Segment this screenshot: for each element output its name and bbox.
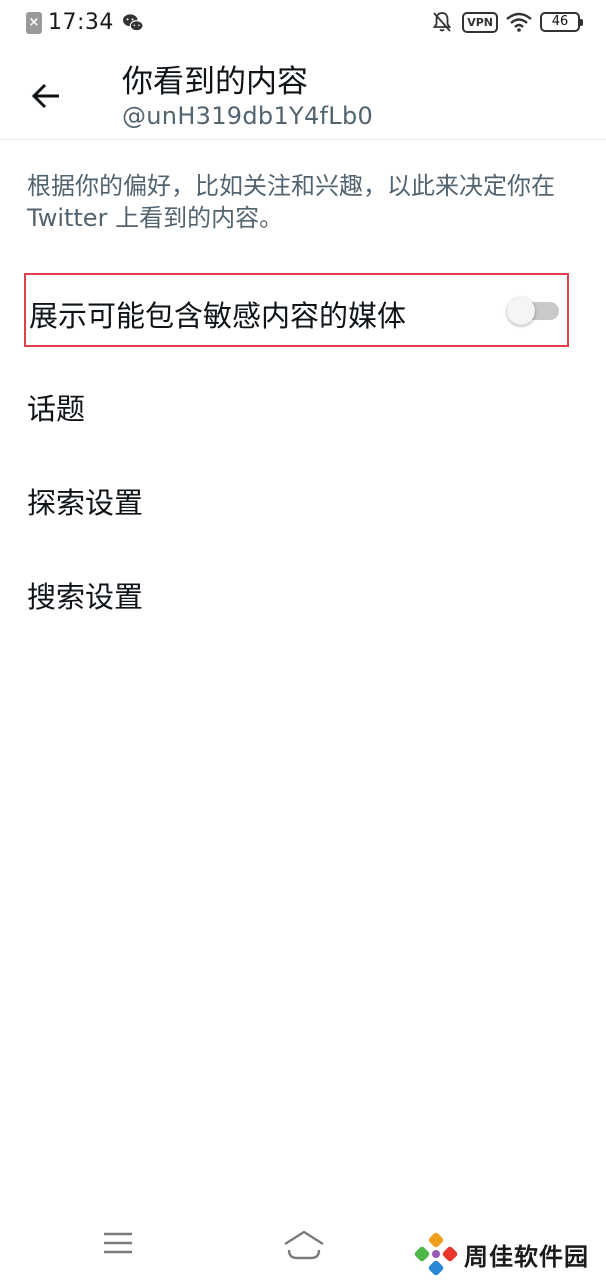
toggle-thumb — [507, 297, 535, 325]
status-bar-right: VPN 46 — [432, 11, 583, 33]
bell-muted-icon — [433, 12, 452, 32]
watermark: 周佳软件园 — [414, 1232, 589, 1276]
menu-icon[interactable] — [100, 1228, 136, 1258]
arrow-left-icon — [31, 83, 59, 109]
sensitive-media-setting[interactable]: 展示可能包含敏感内容的媒体 — [24, 273, 569, 347]
page-title: 你看到的内容 — [122, 64, 308, 100]
watermark-text: 周佳软件园 — [464, 1242, 589, 1271]
notification-x-icon: × — [26, 11, 42, 34]
back-button[interactable] — [20, 74, 72, 118]
vpn-badge: VPN — [462, 11, 498, 33]
system-navigation-bar: 周佳软件园 — [0, 1206, 606, 1280]
app-header: 你看到的内容 @unH319db1Y4fLb0 — [0, 48, 606, 140]
pinwheel-logo-icon — [414, 1232, 458, 1276]
wechat-icon — [122, 13, 144, 31]
home-icon[interactable] — [281, 1228, 327, 1262]
list-item-explore-settings[interactable]: 探索设置 — [0, 454, 606, 544]
list-item-label: 探索设置 — [27, 486, 144, 520]
sensitive-media-label: 展示可能包含敏感内容的媒体 — [29, 299, 407, 333]
list-item-label: 搜索设置 — [27, 580, 144, 614]
status-bar-left: × 17:34 — [26, 10, 144, 35]
status-bar: × 17:34 VPN 46 — [0, 0, 606, 48]
account-handle: @unH319db1Y4fLb0 — [122, 102, 374, 130]
sensitive-media-toggle[interactable] — [507, 295, 561, 325]
list-item-topics[interactable]: 话题 — [0, 360, 606, 450]
wifi-icon — [506, 12, 532, 32]
battery-indicator: 46 — [540, 12, 583, 32]
list-item-label: 话题 — [27, 392, 86, 426]
list-item-search-settings[interactable]: 搜索设置 — [0, 548, 606, 638]
page-description: 根据你的偏好，比如关注和兴趣，以此来决定你在 Twitter 上看到的内容。 — [27, 172, 555, 232]
status-time: 17:34 — [48, 10, 114, 35]
